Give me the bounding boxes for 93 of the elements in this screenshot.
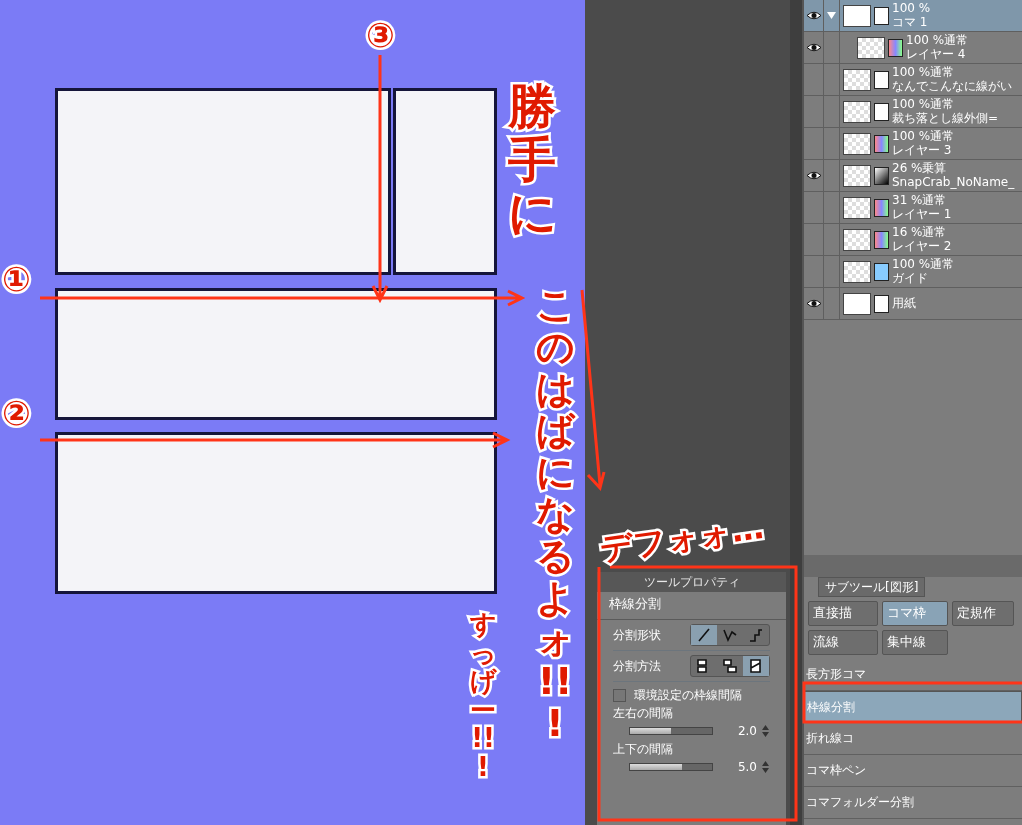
layer-name: なんでこんなに線がい [892,79,1012,93]
straight-line-icon [696,627,712,643]
eye-icon[interactable] [806,171,821,180]
layer-row[interactable]: 100 % コマ 1 [804,0,1022,32]
sub-tool-item[interactable]: コマフォルダー分割 [804,786,1022,819]
option-toggle[interactable] [743,656,769,676]
eye-icon[interactable] [806,43,821,52]
layer-thumbnail [843,132,871,155]
layer-thumbnail [857,36,885,59]
layer-name: レイヤー 1 [892,207,952,221]
layer-thumbnail [843,164,871,187]
layer-row[interactable]: 用紙 [804,288,1022,320]
layer-blend: 100 %通常 [892,98,956,112]
sub-tool-item[interactable]: 折れ線コ [804,722,1022,755]
layer-thumbnail [843,100,871,123]
layer-name: 裁ち落とし線外側= [892,111,999,125]
layer-name: ガイド [892,271,929,285]
layer-type-icon [874,294,889,313]
layer-blend: 100 % [892,2,931,16]
layer-thumbnail [843,292,871,315]
split-single-icon [748,658,764,674]
slider-value: 5.0 [737,759,757,776]
layer-blend: 100 %通常 [892,130,955,144]
layer-name: コマ 1 [892,15,929,29]
layer-type-icon [874,6,889,25]
layer-blend: 31 %通常 [892,194,948,208]
layer-blend: 100 %通常 [892,258,955,272]
checkbox[interactable] [613,688,626,702]
slider-track[interactable] [629,763,713,771]
layer-thumbnail [843,228,871,251]
option-toggle[interactable] [691,625,717,645]
handwritten-annotation: 勝手に [508,80,556,239]
layer-type-icon [874,230,889,249]
folder-thumbnail [843,4,871,27]
layer-row[interactable]: 100 %通常 なんでこんなに線がい [804,64,1022,96]
option-label: 分割形状 [613,627,661,644]
layer-blend: 26 %乗算 [892,162,948,176]
layer-type-icon [888,38,903,57]
handwritten-annotation: すっげー!!! [470,610,496,782]
layer-thumbnail [843,260,871,283]
layer-row[interactable]: 100 %通常 レイヤー 4 [804,32,1022,64]
slider-value: 2.0 [737,723,757,740]
layer-row[interactable]: 31 %通常 レイヤー 1 [804,192,1022,224]
layer-name: レイヤー 3 [892,143,953,157]
spin-arrows-icon[interactable] [761,760,770,774]
slider-track[interactable] [629,727,713,735]
layer-type-icon [874,198,889,217]
layer-thumbnail [843,68,871,91]
sub-tool-item[interactable]: コマ枠ペン [804,754,1022,787]
layer-row[interactable]: 100 %通常 ガイド [804,256,1022,288]
sub-tool-group-button[interactable]: 直接描 [808,601,878,626]
layer-row[interactable]: 100 %通常 レイヤー 3 [804,128,1022,160]
handwritten-annotation: このはばになるよォ!!! [536,285,574,745]
layer-blend: 100 %通常 [906,34,969,48]
layer-row[interactable]: 16 %通常 レイヤー 2 [804,224,1022,256]
eye-icon[interactable] [806,11,821,20]
sub-tool-group-button[interactable]: コマ枠 [882,601,948,626]
tool-name: 枠線分割 [597,592,786,620]
layer-name: SnapCrab_NoName_ [892,175,1015,189]
handwritten-annotation: デフォォ… [598,510,766,567]
sub-tool-group-button[interactable]: 定規作 [952,601,1014,626]
layer-name: レイヤー 4 [906,47,967,61]
eye-icon[interactable] [806,299,821,308]
checkbox-label: 環境設定の枠線間隔 [634,687,742,704]
panel-title: ツールプロパティ [597,572,786,592]
layer-type-icon [874,134,889,153]
polyline-icon [722,627,738,643]
sub-tool-group-button[interactable]: 集中線 [882,629,948,655]
layer-row[interactable]: 26 %乗算 SnapCrab_NoName_ [804,160,1022,192]
layer-name: レイヤー 2 [892,239,952,253]
sub-tool-item[interactable]: 長方形コマ [804,658,1022,691]
split-one-icon [722,658,738,674]
layer-thumbnail [843,196,871,219]
step-line-icon [748,627,764,643]
layer-type-icon [874,262,889,281]
layer-type-icon [874,166,889,185]
handwritten-annotation: ② [2,396,31,432]
layer-name: 用紙 [892,296,916,311]
slider-label: 上下の間隔 [613,741,674,758]
layer-blend: 100 %通常 [892,66,956,80]
handwritten-annotation: ③ [366,18,395,54]
handwritten-annotation: ① [2,262,31,298]
option-label: 分割方法 [613,658,661,675]
text-layer-icon [874,102,889,121]
text-layer-icon [874,70,889,89]
layer-row[interactable]: 100 %通常 裁ち落とし線外側= [804,96,1022,128]
sub-tool-tab[interactable]: サブツール[図形] [818,577,926,597]
slider-label: 左右の間隔 [613,705,674,722]
expand-arrow-icon[interactable] [827,12,836,19]
spin-arrows-icon[interactable] [761,724,770,738]
layer-blend: 16 %通常 [892,226,948,240]
sub-tool-item[interactable]: 枠線分割 [804,690,1022,723]
sub-tool-group-button[interactable]: 流線 [808,629,878,655]
